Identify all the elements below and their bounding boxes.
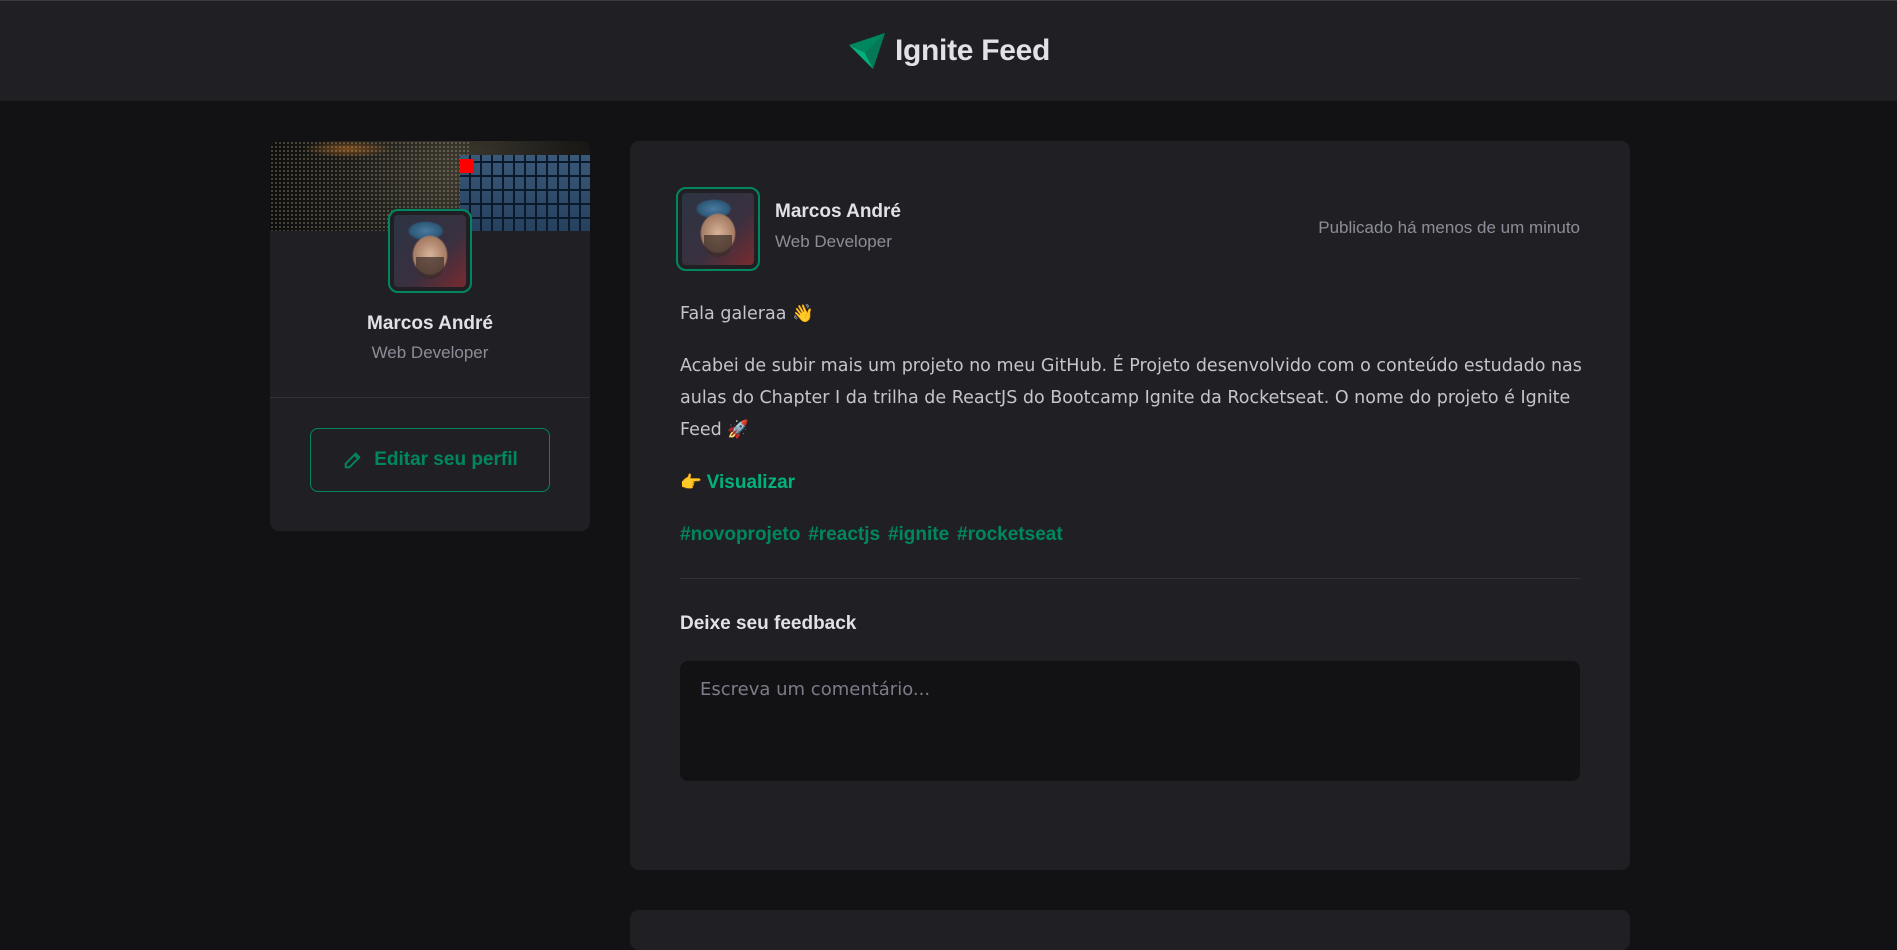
post-author-name: Marcos André [775, 201, 901, 222]
comment-input[interactable] [680, 661, 1580, 781]
pencil-icon [344, 452, 361, 469]
divider [270, 397, 590, 398]
pointing-hand-icon: 👉 [680, 472, 702, 492]
post-author-role: Web Developer [775, 232, 892, 251]
hashtag-link[interactable]: #ignite [888, 524, 949, 545]
profile-sidebar: Marcos André Web Developer Editar seu pe… [270, 141, 590, 531]
feedback-title: Deixe seu feedback [680, 613, 857, 634]
profile-name: Marcos André [367, 313, 493, 334]
ignite-logo-icon [848, 33, 885, 69]
hashtag-link[interactable]: #rocketseat [957, 524, 1063, 545]
post-card: Marcos André Web Developer Publicado há … [630, 141, 1630, 870]
post-hashtags: #novoprojeto #reactjs #ignite #rocketsea… [680, 518, 1066, 551]
hashtag-link[interactable]: #reactjs [808, 524, 880, 545]
profile-role: Web Developer [371, 343, 489, 362]
hashtag-link[interactable]: #novoprojeto [680, 524, 800, 545]
edit-profile-label: Editar seu perfil [374, 449, 518, 470]
post-author-avatar[interactable] [676, 187, 760, 271]
divider [680, 578, 1580, 579]
post-greeting: Fala galeraa 👋 [680, 304, 814, 324]
next-post-card [630, 910, 1630, 950]
post-body: Acabei de subir mais um projeto no meu G… [680, 356, 1582, 440]
avatar [388, 209, 472, 293]
visualizar-link[interactable]: Visualizar [707, 472, 795, 493]
post-link-line: 👉 Visualizar [680, 466, 795, 499]
app-header: Ignite Feed [0, 0, 1897, 101]
edit-profile-button[interactable]: Editar seu perfil [310, 428, 550, 492]
post-published-time: Publicado há menos de um minuto [1318, 218, 1580, 237]
app-title: Ignite Feed [894, 34, 1051, 67]
